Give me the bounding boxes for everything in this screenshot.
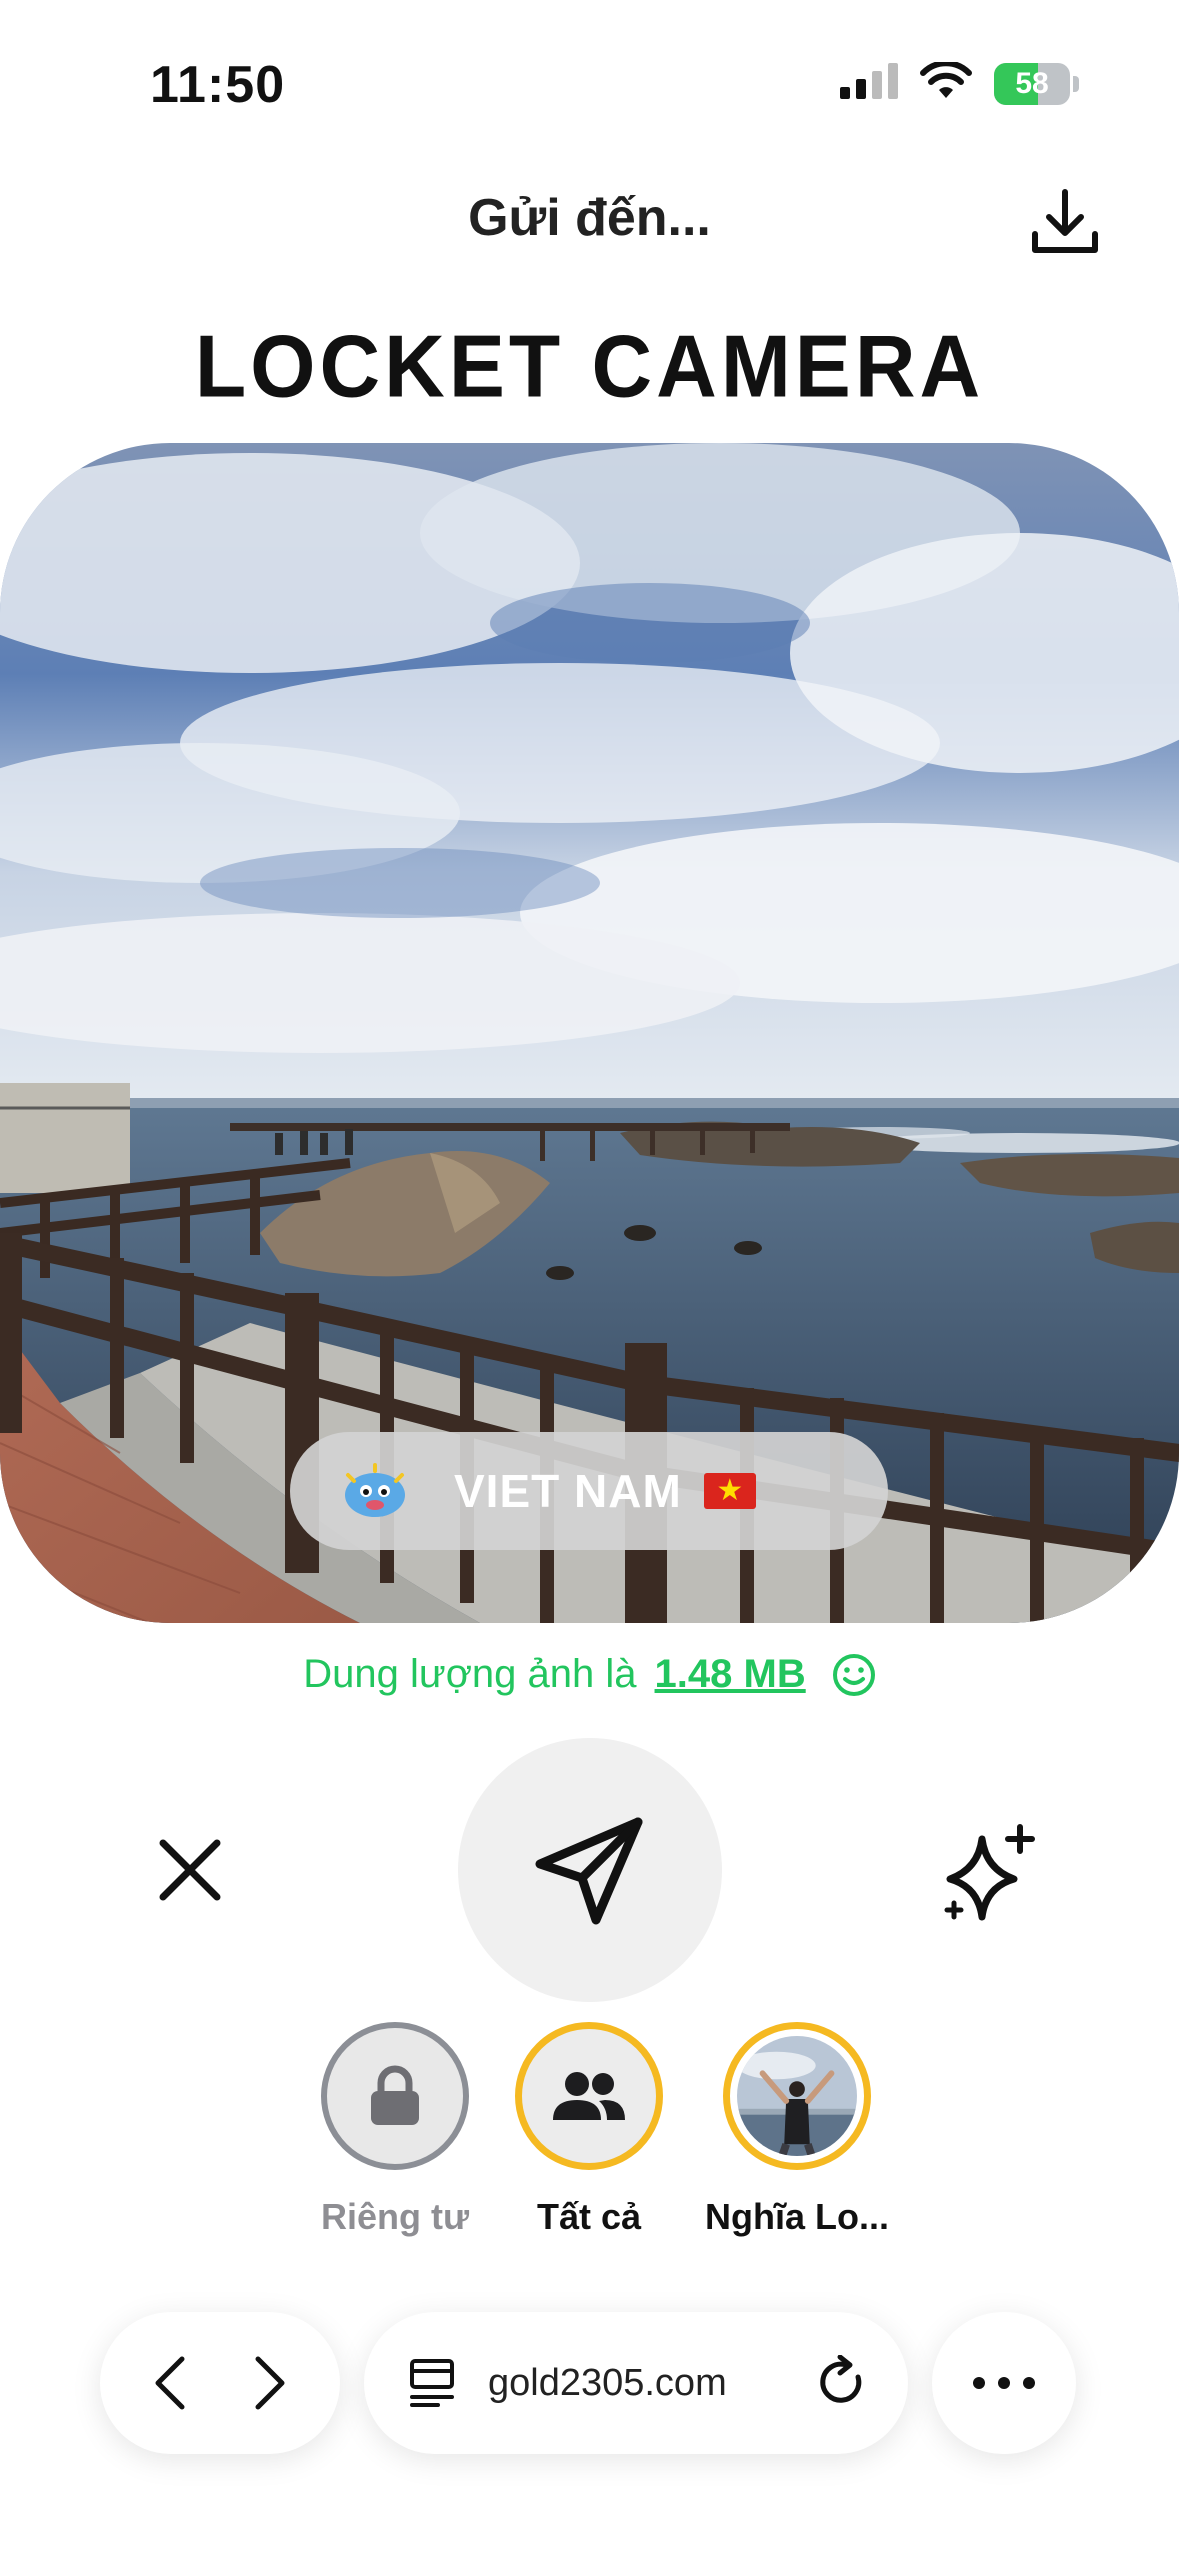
back-button[interactable] [150, 2353, 190, 2413]
recipient-label: Riêng tư [320, 2196, 470, 2237]
locket-send-screen: 11:50 58 Gửi đến... LOCKET CAMERA VIET N… [0, 0, 1179, 2556]
reload-button[interactable] [816, 2355, 868, 2411]
mascot-sticker [345, 1463, 405, 1517]
size-note-label: Dung lượng ảnh là [303, 1652, 637, 1696]
battery-level: 58 [1015, 66, 1049, 100]
close-icon [159, 1839, 221, 1901]
chevron-right-icon [255, 2356, 285, 2410]
send-icon [535, 1817, 643, 1925]
recipient-label: Tất cả [536, 2196, 642, 2237]
image-size-note: Dung lượng ảnh là 1.48 MB [0, 1652, 1179, 1697]
recipient-private[interactable]: Riêng tư [295, 2022, 495, 2238]
more-icon [973, 2377, 1035, 2389]
recipient-label: Nghĩa Lo... [705, 2196, 889, 2237]
sparkle-icon [944, 1824, 1035, 1921]
download-button[interactable] [1025, 182, 1105, 262]
download-icon [1032, 189, 1098, 253]
recipient-user[interactable]: Nghĩa Lo... [697, 2022, 897, 2238]
url-text: gold2305.com [488, 2361, 727, 2404]
battery-icon: 58 [994, 62, 1079, 105]
reload-icon [820, 2355, 862, 2403]
group-icon [553, 2072, 625, 2120]
size-value: 1.48 MB [654, 1652, 806, 1696]
send-button[interactable] [458, 1738, 722, 2002]
address-bar[interactable]: gold2305.com [364, 2312, 908, 2454]
signal-icon [840, 63, 898, 104]
status-icons: 58 [840, 60, 1079, 105]
page-menu-button[interactable] [408, 2357, 456, 2409]
location-caption[interactable]: VIET NAM ★ [290, 1432, 888, 1550]
effects-button[interactable] [935, 1818, 1045, 1928]
forward-button[interactable] [250, 2353, 290, 2413]
chevron-left-icon [155, 2356, 185, 2410]
app-title: LOCKET CAMERA [194, 316, 985, 416]
caption-text: VIET NAM [454, 1465, 682, 1517]
page-menu-icon [410, 2359, 454, 2407]
captured-photo[interactable]: VIET NAM ★ [0, 443, 1179, 1623]
vietnam-flag-icon: ★ [703, 1473, 756, 1509]
close-button[interactable] [150, 1830, 230, 1910]
wifi-icon [920, 60, 972, 105]
browser-nav [100, 2312, 340, 2454]
recipient-all[interactable]: Tất cả [489, 2022, 689, 2238]
lock-icon [371, 2065, 419, 2125]
smile-icon [832, 1653, 875, 1696]
avatar [737, 2036, 857, 2156]
more-button[interactable] [932, 2312, 1076, 2454]
header-title: Gửi đến... [468, 189, 711, 247]
status-time: 11:50 [150, 56, 286, 114]
